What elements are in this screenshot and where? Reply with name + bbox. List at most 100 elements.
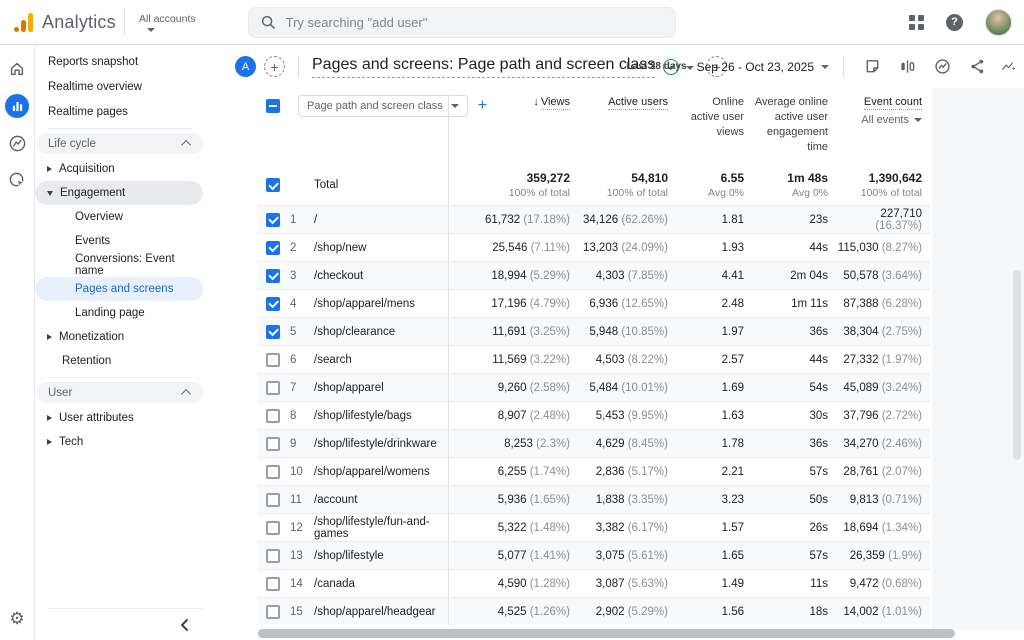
sidebar-item-reports-snapshot[interactable]: Reports snapshot xyxy=(35,49,205,74)
row-checkbox[interactable] xyxy=(266,353,280,367)
sidebar-nav: Reports snapshotRealtime overviewRealtim… xyxy=(35,45,205,640)
row-checkbox[interactable] xyxy=(266,605,280,619)
vertical-scrollbar[interactable] xyxy=(1013,270,1021,460)
row-engagement-time: 44s xyxy=(752,242,836,254)
sidebar-item-monetization[interactable]: Monetization xyxy=(35,325,205,349)
row-checkbox[interactable] xyxy=(266,521,280,535)
row-online-views: 1.78 xyxy=(676,438,752,450)
sidebar-item-user-attributes[interactable]: User attributes xyxy=(35,406,205,430)
insights-icon[interactable] xyxy=(932,57,952,77)
row-rank: 9 xyxy=(290,438,314,450)
avatar[interactable] xyxy=(985,9,1012,36)
sidebar-item-landing-page[interactable]: Landing page xyxy=(35,301,205,325)
row-checkbox[interactable] xyxy=(266,465,280,479)
row-engagement-time: 1m 11s xyxy=(752,298,836,310)
home-icon[interactable] xyxy=(5,57,29,81)
sidebar-item-overview[interactable]: Overview xyxy=(35,205,205,229)
total-label: Total xyxy=(314,179,448,191)
top-app-bar: Analytics All accounts Try searching "ad… xyxy=(0,0,1024,45)
collapse-sidebar-icon[interactable] xyxy=(179,618,191,632)
row-event-count: 26,359 (1.9%) xyxy=(836,550,930,562)
select-all-checkbox[interactable] xyxy=(266,99,280,113)
row-page-path: /shop/lifestyle xyxy=(314,550,448,562)
row-checkbox[interactable] xyxy=(266,381,280,395)
property-badge[interactable]: A xyxy=(235,56,256,77)
search-bar[interactable]: Try searching "add user" xyxy=(248,7,676,38)
date-range-picker[interactable]: Sep 26 - Oct 23, 2025 xyxy=(697,60,829,74)
explore-icon[interactable] xyxy=(5,131,29,155)
row-event-count: 14,002 (1.01%) xyxy=(836,606,930,618)
column-header-views[interactable]: ↓Views xyxy=(448,95,578,165)
sidebar-item-engagement[interactable]: Engagement xyxy=(35,181,203,205)
sidebar-item-conversions-event-name[interactable]: Conversions: Event name xyxy=(35,253,205,277)
row-checkbox[interactable] xyxy=(266,493,280,507)
sidebar-item-realtime-overview[interactable]: Realtime overview xyxy=(35,74,205,99)
column-header-active-users[interactable]: Active users xyxy=(578,95,676,110)
expand-arrow-icon xyxy=(47,166,52,172)
sidebar-item-user[interactable]: User xyxy=(37,382,203,403)
advertising-icon[interactable] xyxy=(5,168,29,192)
row-online-views: 1.69 xyxy=(676,382,752,394)
chevron-up-icon xyxy=(181,140,191,150)
table-row: 1 / 61,732 (17.18%) 34,126 (62.26%) 1.81… xyxy=(258,205,930,233)
row-engagement-time: 30s xyxy=(752,410,836,422)
date-range-label: Last 28 days xyxy=(627,61,687,72)
row-views: 4,590 (1.28%) xyxy=(448,570,578,597)
row-engagement-time: 36s xyxy=(752,438,836,450)
row-rank: 10 xyxy=(290,466,314,478)
row-checkbox[interactable] xyxy=(266,213,280,227)
sidebar-item-events[interactable]: Events xyxy=(35,229,205,253)
help-icon[interactable]: ? xyxy=(946,14,963,31)
row-views: 4,525 (1.26%) xyxy=(448,598,578,625)
add-comparison-button[interactable]: + xyxy=(264,56,285,77)
table-row: 7 /shop/apparel 9,260 (2.58%) 5,484 (10.… xyxy=(258,373,930,401)
share-icon[interactable] xyxy=(967,57,987,77)
reports-icon[interactable] xyxy=(5,94,29,118)
row-rank: 14 xyxy=(290,578,314,590)
row-checkbox[interactable] xyxy=(266,269,280,283)
row-checkbox[interactable] xyxy=(266,437,280,451)
report-table: Page path and screen class + ↓Views Acti… xyxy=(258,88,930,625)
total-event-count: 1,390,642100% of total xyxy=(836,171,930,199)
row-rank: 2 xyxy=(290,242,314,254)
row-active-users: 6,936 (12.65%) xyxy=(578,298,676,310)
row-page-path: /shop/apparel/mens xyxy=(314,298,448,310)
row-checkbox[interactable] xyxy=(266,325,280,339)
dimension-selector[interactable]: Page path and screen class xyxy=(298,95,468,117)
sidebar-item-label: Tech xyxy=(59,436,83,448)
table-row: 8 /shop/lifestyle/bags 8,907 (2.48%) 5,4… xyxy=(258,401,930,429)
row-checkbox[interactable] xyxy=(266,577,280,591)
sidebar-item-tech[interactable]: Tech xyxy=(35,430,205,454)
sidebar-item-acquisition[interactable]: Acquisition xyxy=(35,157,205,181)
header-divider xyxy=(843,57,844,77)
apps-grid-icon[interactable] xyxy=(909,15,924,30)
collapse-arrow-icon xyxy=(47,191,53,196)
analytics-logo-icon xyxy=(14,12,33,32)
account-selector[interactable]: All accounts xyxy=(139,13,196,32)
total-checkbox[interactable] xyxy=(266,178,280,192)
sidebar-item-realtime-pages[interactable]: Realtime pages xyxy=(35,99,205,124)
row-checkbox[interactable] xyxy=(266,241,280,255)
row-checkbox[interactable] xyxy=(266,409,280,423)
analytics-logo[interactable]: Analytics xyxy=(0,12,110,33)
column-header-avg-engagement-time[interactable]: Average online active user engagement ti… xyxy=(752,95,836,154)
notes-icon[interactable] xyxy=(862,57,882,77)
event-filter-dropdown[interactable]: All events xyxy=(861,113,922,128)
sidebar-item-pages-and-screens[interactable]: Pages and screens xyxy=(35,277,203,301)
row-checkbox[interactable] xyxy=(266,297,280,311)
horizontal-scrollbar[interactable] xyxy=(258,629,955,638)
sidebar-item-retention[interactable]: Retention xyxy=(35,349,205,373)
column-header-event-count[interactable]: Event count All events xyxy=(836,95,930,128)
edit-comparisons-icon[interactable] xyxy=(897,57,917,77)
explore-report-icon[interactable] xyxy=(1002,57,1016,77)
column-header-online-active-user-views[interactable]: Online active user views xyxy=(676,95,752,140)
row-checkbox[interactable] xyxy=(266,549,280,563)
admin-gear-icon[interactable]: ⚙ xyxy=(9,610,24,627)
report-title[interactable]: Pages and screens: Page path and screen … xyxy=(312,56,655,78)
sidebar-item-life-cycle[interactable]: Life cycle xyxy=(37,133,203,154)
total-views: 359,272100% of total xyxy=(448,165,578,205)
row-event-count: 18,694 (1.34%) xyxy=(836,522,930,534)
chevron-down-icon xyxy=(821,65,829,69)
row-views: 18,994 (5.29%) xyxy=(448,262,578,289)
row-views: 5,936 (1.65%) xyxy=(448,486,578,513)
